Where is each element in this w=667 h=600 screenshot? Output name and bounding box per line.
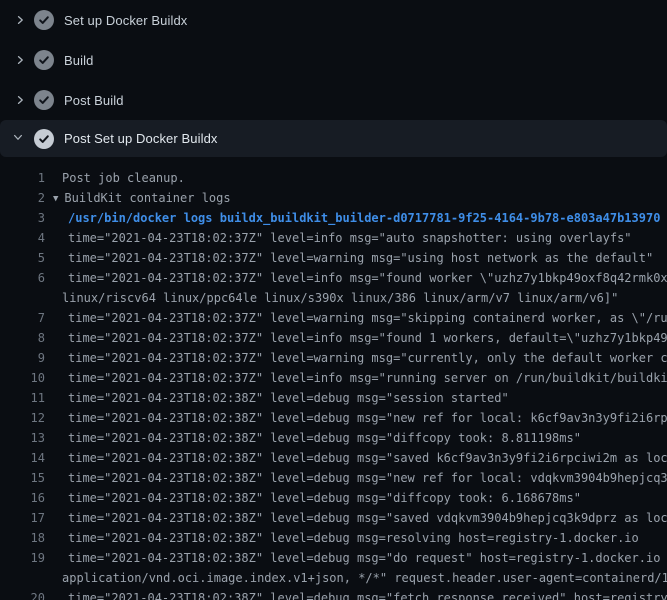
log-line-text: linux/riscv64 linux/ppc64le linux/s390x … bbox=[62, 288, 618, 308]
log-line: 6 time="2021-04-23T18:02:37Z" level=info… bbox=[0, 268, 667, 288]
chevron-right-icon bbox=[12, 52, 28, 68]
log-line-text: /usr/bin/docker logs buildx_buildkit_bui… bbox=[68, 208, 660, 228]
log-line-number[interactable]: 11 bbox=[0, 388, 45, 408]
log-line: 17 time="2021-04-23T18:02:38Z" level=deb… bbox=[0, 508, 667, 528]
log-line: 18 time="2021-04-23T18:02:38Z" level=deb… bbox=[0, 528, 667, 548]
log-line: 9 time="2021-04-23T18:02:37Z" level=warn… bbox=[0, 348, 667, 368]
log-line-text: time="2021-04-23T18:02:38Z" level=debug … bbox=[68, 408, 667, 428]
step-label: Post Set up Docker Buildx bbox=[64, 131, 218, 146]
log-group-title: BuildKit container logs bbox=[64, 191, 230, 205]
log-line-text: time="2021-04-23T18:02:37Z" level=info m… bbox=[68, 368, 667, 388]
log-line-text: time="2021-04-23T18:02:38Z" level=debug … bbox=[68, 588, 667, 600]
log-line-number[interactable]: 13 bbox=[0, 428, 45, 448]
collapse-triangle-icon: ▼ bbox=[53, 189, 58, 209]
log-line-number[interactable]: 10 bbox=[0, 368, 45, 388]
log-line-number[interactable]: 20 bbox=[0, 588, 45, 600]
log-line: application/vnd.oci.image.index.v1+json,… bbox=[0, 568, 667, 588]
log-line-text: time="2021-04-23T18:02:37Z" level=warnin… bbox=[68, 308, 667, 328]
log-line-number[interactable]: 16 bbox=[0, 488, 45, 508]
log-line-text[interactable]: ▼ BuildKit container logs bbox=[53, 188, 231, 208]
log-line-number[interactable]: 2 bbox=[0, 188, 45, 208]
log-line-number[interactable]: 14 bbox=[0, 448, 45, 468]
log-line-text: time="2021-04-23T18:02:38Z" level=debug … bbox=[68, 448, 667, 468]
log-line-text: time="2021-04-23T18:02:37Z" level=warnin… bbox=[68, 348, 667, 368]
log-line-number[interactable] bbox=[0, 568, 45, 588]
step-label: Set up Docker Buildx bbox=[64, 13, 187, 28]
log-line-text: time="2021-04-23T18:02:38Z" level=debug … bbox=[68, 548, 667, 568]
log-line-text: time="2021-04-23T18:02:38Z" level=debug … bbox=[68, 468, 667, 488]
log-line-number[interactable]: 3 bbox=[0, 208, 45, 228]
log-line-text: Post job cleanup. bbox=[62, 168, 185, 188]
log-line: 14 time="2021-04-23T18:02:38Z" level=deb… bbox=[0, 448, 667, 468]
actions-log-viewer: Set up Docker Buildx Build Post Build bbox=[0, 0, 667, 600]
log-line: linux/riscv64 linux/ppc64le linux/s390x … bbox=[0, 288, 667, 308]
log-line-text: time="2021-04-23T18:02:38Z" level=debug … bbox=[68, 488, 581, 508]
log-line: 5 time="2021-04-23T18:02:37Z" level=warn… bbox=[0, 248, 667, 268]
log-line: 1 Post job cleanup. bbox=[0, 168, 667, 188]
log-line: 4 time="2021-04-23T18:02:37Z" level=info… bbox=[0, 228, 667, 248]
log-container[interactable]: 1 Post job cleanup. 2 ▼ BuildKit containe… bbox=[0, 157, 667, 600]
log-line: 19 time="2021-04-23T18:02:38Z" level=deb… bbox=[0, 548, 667, 568]
check-circle-icon bbox=[34, 50, 54, 70]
steps-list: Set up Docker Buildx Build Post Build bbox=[0, 0, 667, 157]
log-line: 16 time="2021-04-23T18:02:38Z" level=deb… bbox=[0, 488, 667, 508]
log-line-text: time="2021-04-23T18:02:37Z" level=info m… bbox=[68, 268, 667, 288]
log-line-number[interactable]: 6 bbox=[0, 268, 45, 288]
log-line-number[interactable]: 8 bbox=[0, 328, 45, 348]
step-row[interactable]: Post Build bbox=[0, 80, 667, 120]
check-circle-icon bbox=[34, 10, 54, 30]
log-line-number[interactable]: 15 bbox=[0, 468, 45, 488]
log-line: 3 /usr/bin/docker logs buildx_buildkit_b… bbox=[0, 208, 667, 228]
log-line-number[interactable]: 17 bbox=[0, 508, 45, 528]
log-line-number[interactable]: 5 bbox=[0, 248, 45, 268]
log-line: 12 time="2021-04-23T18:02:38Z" level=deb… bbox=[0, 408, 667, 428]
log-line: 13 time="2021-04-23T18:02:38Z" level=deb… bbox=[0, 428, 667, 448]
log-line-text: time="2021-04-23T18:02:38Z" level=debug … bbox=[68, 428, 581, 448]
chevron-right-icon bbox=[12, 92, 28, 108]
log-line-number[interactable]: 1 bbox=[0, 168, 45, 188]
log-line-number[interactable]: 7 bbox=[0, 308, 45, 328]
step-row[interactable]: Set up Docker Buildx bbox=[0, 0, 667, 40]
log-line: 2 ▼ BuildKit container logs bbox=[0, 188, 667, 208]
chevron-down-icon bbox=[12, 131, 28, 147]
log-line-text: time="2021-04-23T18:02:37Z" level=info m… bbox=[68, 328, 667, 348]
step-label: Build bbox=[64, 53, 93, 68]
log-line-number[interactable]: 9 bbox=[0, 348, 45, 368]
step-row[interactable]: Build bbox=[0, 40, 667, 80]
log-line-text: time="2021-04-23T18:02:38Z" level=debug … bbox=[68, 528, 639, 548]
log-line-number[interactable]: 18 bbox=[0, 528, 45, 548]
chevron-right-icon bbox=[12, 12, 28, 28]
log-line: 15 time="2021-04-23T18:02:38Z" level=deb… bbox=[0, 468, 667, 488]
log-line-text: time="2021-04-23T18:02:37Z" level=info m… bbox=[68, 228, 632, 248]
log-line: 8 time="2021-04-23T18:02:37Z" level=info… bbox=[0, 328, 667, 348]
check-circle-icon bbox=[34, 129, 54, 149]
log-line: 7 time="2021-04-23T18:02:37Z" level=warn… bbox=[0, 308, 667, 328]
log-line-text: time="2021-04-23T18:02:38Z" level=debug … bbox=[68, 388, 509, 408]
log-line: 20 time="2021-04-23T18:02:38Z" level=deb… bbox=[0, 588, 667, 600]
log-line-number[interactable]: 19 bbox=[0, 548, 45, 568]
check-circle-icon bbox=[34, 90, 54, 110]
log-line-number[interactable]: 12 bbox=[0, 408, 45, 428]
step-label: Post Build bbox=[64, 93, 124, 108]
step-row[interactable]: Post Set up Docker Buildx bbox=[0, 120, 667, 157]
log-line-text: time="2021-04-23T18:02:38Z" level=debug … bbox=[68, 508, 667, 528]
log-line-number[interactable] bbox=[0, 288, 45, 308]
log-line: 11 time="2021-04-23T18:02:38Z" level=deb… bbox=[0, 388, 667, 408]
log-line-number[interactable]: 4 bbox=[0, 228, 45, 248]
log-line: 10 time="2021-04-23T18:02:37Z" level=inf… bbox=[0, 368, 667, 388]
log-line-text: application/vnd.oci.image.index.v1+json,… bbox=[62, 568, 667, 588]
log-line-text: time="2021-04-23T18:02:37Z" level=warnin… bbox=[68, 248, 653, 268]
